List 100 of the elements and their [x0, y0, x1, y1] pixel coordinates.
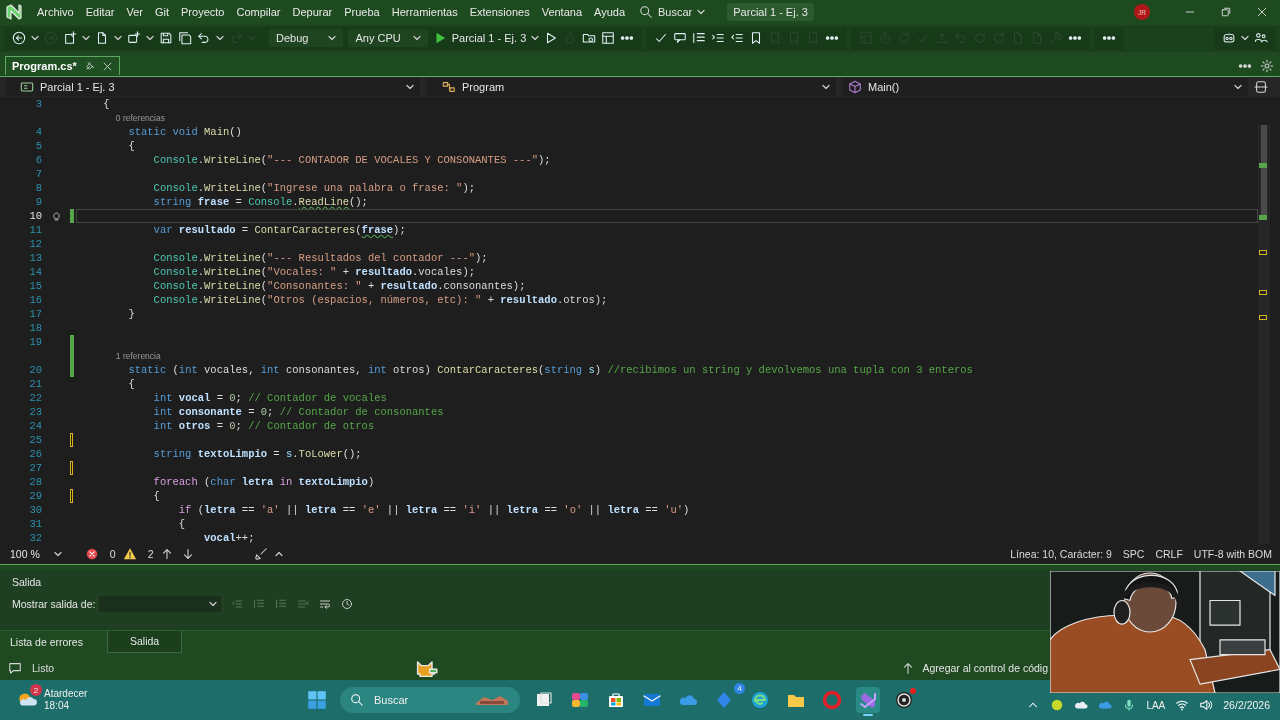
back-icon[interactable] [12, 31, 26, 46]
error-count[interactable]: 0 [109, 548, 116, 561]
code-line: var resultado = ContarCaracteres(frase); [152, 223, 407, 238]
caret-icon[interactable] [275, 550, 284, 559]
file-encoding[interactable]: UTF-8 with BOM [1193, 548, 1272, 561]
settings-icon[interactable] [1260, 58, 1274, 73]
panel-tab[interactable]: Lista de errores [0, 630, 107, 653]
panel-tab[interactable]: Salida [106, 630, 183, 653]
menu-item[interactable]: Extensiones [463, 6, 536, 19]
windows-icon[interactable] [306, 689, 328, 712]
ribbon-icon[interactable] [856, 687, 880, 714]
menu-item[interactable]: Compilar [230, 6, 287, 19]
save-icon[interactable] [159, 31, 173, 46]
code-line: Console.WriteLine("Vocales: " + resultado.vocales); [152, 265, 477, 280]
start-button[interactable]: Parcial 1 - Ej. 3 [432, 31, 540, 46]
configuration-dropdown[interactable]: Debug [269, 29, 344, 48]
error-icon[interactable] [84, 547, 99, 562]
warning-icon[interactable] [122, 547, 137, 562]
caret-icon[interactable] [82, 34, 90, 43]
code-line: { [127, 139, 136, 154]
menu-item[interactable]: Archivo [31, 6, 80, 19]
close-icon[interactable] [1256, 6, 1268, 19]
search-button[interactable]: Buscar [631, 5, 714, 20]
search-icon [350, 693, 364, 708]
line-number: 10 [28, 210, 42, 223]
reference-count[interactable]: 1 referencia [113, 351, 161, 362]
weather-time[interactable]: 18:04 [44, 700, 88, 713]
brush-icon[interactable] [254, 547, 269, 562]
wifi-icon[interactable] [1175, 698, 1190, 713]
code-line: vocal++; [203, 531, 256, 545]
line-number: 16 [28, 294, 42, 307]
date[interactable]: 26/2/2026 [1223, 699, 1270, 712]
menu-item[interactable]: Ver [120, 6, 149, 19]
status-dot-icon[interactable] [1050, 698, 1065, 713]
type-dropdown[interactable]: Program [426, 78, 836, 97]
caret-icon[interactable] [31, 34, 39, 43]
line-number: 26 [28, 448, 42, 461]
chat-icon[interactable] [8, 661, 22, 676]
code-line: foreach (char letra in textoLimpio) [152, 475, 376, 490]
line-number: 22 [28, 392, 42, 405]
reference-count[interactable]: 0 referencias [113, 113, 165, 124]
comment-icon[interactable] [673, 31, 688, 46]
solution-name: Parcial 1 - Ej. 3 [727, 3, 814, 22]
zoom-dropdown[interactable]: 100 % [10, 548, 62, 561]
caret-icon[interactable] [1241, 34, 1249, 43]
play-outline-icon[interactable] [544, 31, 559, 46]
menu-item[interactable]: Proyecto [175, 6, 231, 19]
warning-count[interactable]: 2 [147, 548, 154, 561]
code-line: string textoLimpio = s.ToLower(); [152, 447, 363, 462]
menu-item[interactable]: Prueba [338, 6, 386, 19]
folder-search-icon[interactable] [582, 31, 597, 46]
close-icon[interactable] [101, 60, 113, 72]
platform-dropdown[interactable]: Any CPU [348, 29, 428, 48]
layout-icon[interactable] [601, 31, 616, 46]
undo-icon[interactable] [197, 31, 211, 46]
indentation-mode[interactable]: SPC [1122, 548, 1145, 561]
menu-item[interactable]: Ayuda [588, 6, 632, 19]
class-icon [442, 80, 456, 95]
member-dropdown[interactable]: Main() [842, 78, 1248, 97]
language-indicator[interactable]: LAA [1146, 699, 1166, 711]
menu-item[interactable]: Git [148, 6, 175, 19]
line-number: 31 [28, 518, 42, 531]
new-file-icon[interactable] [63, 31, 77, 46]
source-control-button[interactable]: Agregar al control de códig [900, 661, 1048, 676]
menu-item[interactable]: Editar [79, 6, 121, 19]
restore-icon[interactable] [1220, 6, 1232, 19]
format-icon[interactable] [692, 31, 707, 46]
project-dropdown[interactable]: Parcial 1 - Ej. 3 [6, 78, 420, 97]
cursor-position[interactable]: Línea: 10, Carácter: 9 [1010, 548, 1112, 561]
line-number: 5 [34, 140, 42, 153]
clock-icon[interactable] [341, 598, 354, 611]
line-number: 29 [28, 490, 42, 503]
caret-icon [697, 8, 706, 17]
landscape-icon [474, 693, 510, 708]
split-icon[interactable] [1254, 80, 1268, 95]
goggles-icon[interactable] [1222, 31, 1236, 46]
speaker-icon[interactable] [1199, 698, 1214, 713]
caret-icon [53, 550, 62, 559]
code-line: Console.WriteLine("Consonantes: " + resultado.consonantes); [152, 279, 527, 294]
menu-item[interactable]: Depurar [286, 6, 339, 19]
pin-icon[interactable] [83, 60, 95, 72]
weather-label[interactable]: Atardecer [44, 688, 88, 701]
search-field[interactable]: Buscar [340, 687, 520, 714]
status-text: Listo [32, 662, 55, 675]
lightbulb-icon[interactable] [50, 210, 62, 222]
caret-icon[interactable] [216, 34, 224, 43]
line-number: 14 [28, 266, 42, 279]
line-endings[interactable]: CRLF [1155, 548, 1183, 561]
menu-item[interactable]: Herramientas [385, 6, 464, 19]
document-tab[interactable]: Program.cs* [5, 56, 120, 76]
add-item-icon[interactable] [127, 31, 141, 46]
save-all-icon[interactable] [178, 31, 192, 46]
caret-icon [1234, 83, 1242, 92]
word-wrap-icon[interactable] [319, 598, 332, 611]
scrollbar[interactable] [1258, 125, 1270, 545]
menu-item[interactable]: Ventana [535, 6, 589, 19]
document-icon[interactable] [95, 31, 109, 46]
caret-icon[interactable] [114, 34, 122, 43]
code-line: { [177, 517, 187, 532]
caret-icon[interactable] [146, 34, 154, 43]
